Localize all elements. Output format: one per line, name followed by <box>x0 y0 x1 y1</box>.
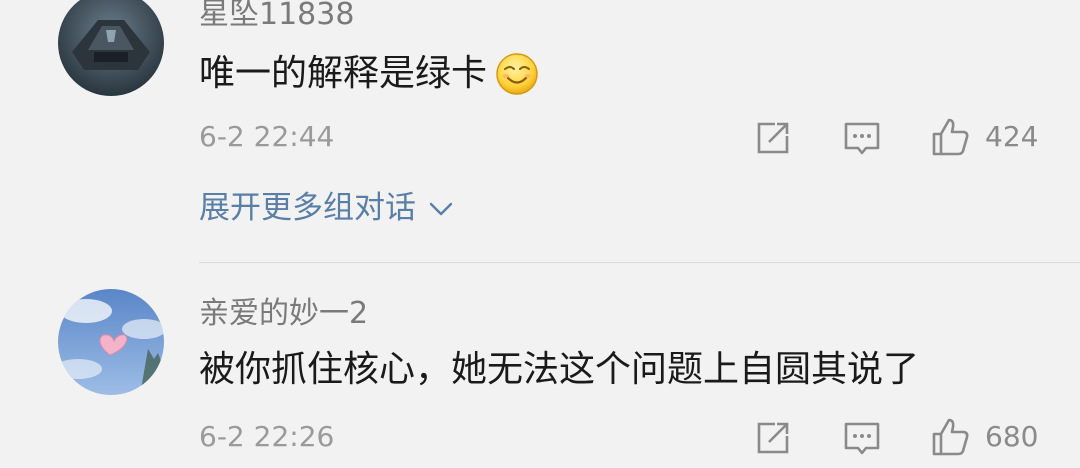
share-icon <box>757 122 789 154</box>
comment-time: 6-2 22:44 <box>199 120 335 153</box>
smiling-face-emoji-icon <box>495 52 539 96</box>
comment-time: 6-2 22:26 <box>199 420 335 453</box>
expand-label: 展开更多组对话 <box>199 190 416 226</box>
thumbs-up-icon <box>932 418 969 456</box>
like-count: 424 <box>985 120 1039 153</box>
comment-icon <box>844 122 880 155</box>
chevron-down-icon <box>429 202 453 215</box>
comment-text-content: 唯一的解释是绿卡 <box>199 53 488 94</box>
comment-icon <box>844 422 880 455</box>
username[interactable]: 亲爱的妙一2 <box>199 299 368 329</box>
like-button[interactable] <box>930 116 970 156</box>
username[interactable]: 星坠11838 <box>199 0 354 30</box>
comment-text-content: 被你抓住核心，她无法这个问题上自圆其说了 <box>199 349 920 390</box>
reply-button[interactable] <box>842 118 882 158</box>
comment-text: 唯一的解释是绿卡 <box>199 52 539 96</box>
comment-text: 被你抓住核心，她无法这个问题上自圆其说了 <box>199 352 919 388</box>
share-icon <box>757 422 789 454</box>
avatar[interactable] <box>58 289 164 395</box>
reply-button[interactable] <box>842 418 882 458</box>
avatar[interactable] <box>58 0 164 96</box>
comment-list: 星坠11838 唯一的解释是绿卡 6-2 22:44 424 展开更多组对话 亲… <box>0 0 1080 468</box>
share-button[interactable] <box>753 418 793 458</box>
like-count: 680 <box>985 420 1039 453</box>
share-button[interactable] <box>753 118 793 158</box>
thumbs-up-icon <box>932 118 969 156</box>
expand-more-conversations[interactable]: 展开更多组对话 <box>199 193 456 224</box>
like-button[interactable] <box>930 416 970 456</box>
divider <box>199 262 1080 263</box>
